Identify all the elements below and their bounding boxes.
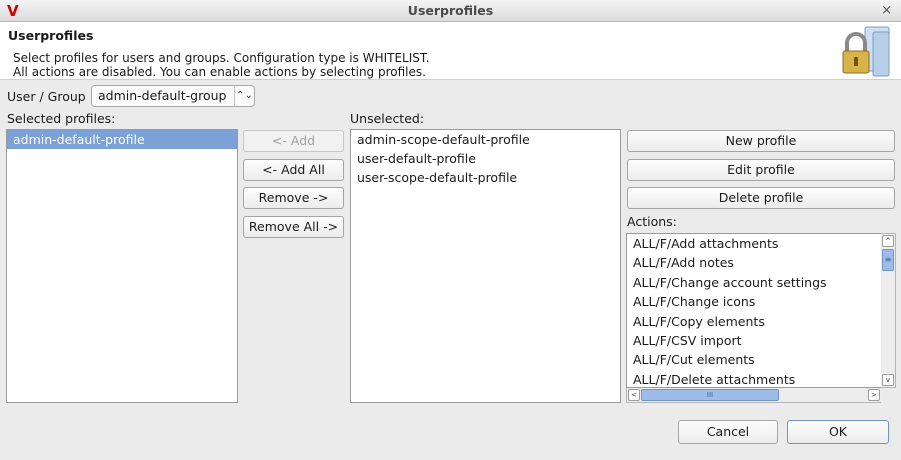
header-description-line2: All actions are disabled. You can enable… [13,65,426,79]
remove-button[interactable]: Remove -> [243,187,344,209]
horizontal-scroll-thumb[interactable]: III [641,389,779,401]
edit-profile-button[interactable]: Edit profile [627,159,895,181]
scroll-right-icon[interactable]: > [868,389,880,401]
actions-vertical-scrollbar[interactable]: ^ ≡ v [881,233,896,388]
list-item[interactable]: admin-scope-default-profile [351,130,620,149]
list-item[interactable]: ALL/F/Add attachments [627,234,881,253]
dialog-header: Userprofiles Select profiles for users a… [0,22,901,80]
add-button[interactable]: <- Add [243,130,344,152]
selected-profiles-list[interactable]: admin-default-profile [6,129,238,403]
scroll-down-icon[interactable]: v [882,374,894,386]
remove-all-button[interactable]: Remove All -> [243,216,344,238]
actions-list[interactable]: ALL/F/Add attachments ALL/F/Add notes AL… [626,233,882,388]
close-icon[interactable]: × [881,3,892,18]
header-title: Userprofiles [8,28,94,43]
window-title: Userprofiles [407,3,494,18]
list-item[interactable]: ALL/F/Copy elements [627,312,881,331]
list-item[interactable]: user-scope-default-profile [351,168,620,187]
list-item[interactable]: ALL/F/Change icons [627,292,881,311]
list-item[interactable]: user-default-profile [351,149,620,168]
cancel-button[interactable]: Cancel [678,420,778,444]
scroll-up-icon[interactable]: ^ [882,235,894,247]
user-group-label: User / Group [7,89,86,104]
list-item[interactable]: ALL/F/Delete attachments [627,370,881,387]
scroll-left-icon[interactable]: < [628,389,640,401]
scrollbar-corner [881,388,896,403]
actions-label: Actions: [627,214,677,229]
new-profile-button[interactable]: New profile [627,130,895,152]
list-item[interactable]: ALL/F/Change account settings [627,273,881,292]
grip-icon: ≡ [884,255,892,264]
selected-profiles-label: Selected profiles: [7,111,116,126]
vertical-scroll-thumb[interactable]: ≡ [882,249,894,271]
ok-button[interactable]: OK [787,420,889,444]
delete-profile-button[interactable]: Delete profile [627,187,895,209]
list-item[interactable]: ALL/F/CSV import [627,331,881,350]
user-group-selected-value: admin-default-group [98,88,227,103]
add-all-button[interactable]: <- Add All [243,159,344,181]
padlock-icon [842,26,890,77]
list-item[interactable]: ALL/F/Add notes [627,253,881,272]
user-group-select[interactable]: admin-default-group ⌃⌄ [91,85,255,107]
unselected-profiles-list[interactable]: admin-scope-default-profile user-default… [350,129,621,403]
window-titlebar: V Userprofiles × [0,0,901,22]
unselected-label: Unselected: [350,111,425,126]
header-description-line1: Select profiles for users and groups. Co… [13,51,430,65]
chevron-updown-icon: ⌃⌄ [234,86,254,106]
list-item[interactable]: admin-default-profile [7,130,237,149]
list-item[interactable]: ALL/F/Cut elements [627,350,881,369]
actions-horizontal-scrollbar[interactable]: < III > [626,388,882,403]
